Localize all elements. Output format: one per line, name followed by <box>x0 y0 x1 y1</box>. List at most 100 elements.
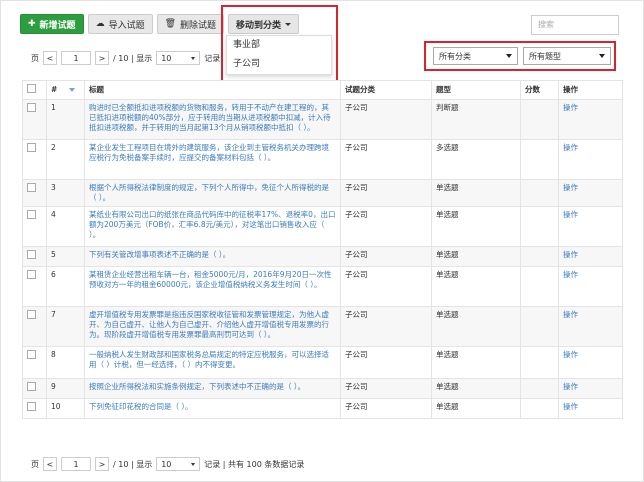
page-number-input[interactable]: 1 <box>61 51 91 65</box>
row-score <box>520 179 559 207</box>
row-operation-link[interactable]: 操作 <box>558 246 623 267</box>
import-question-button[interactable]: ☁ 导入试题 <box>87 14 153 34</box>
row-type: 单选题 <box>431 346 521 379</box>
row-checkbox-cell[interactable] <box>22 266 47 307</box>
page-size-value: 10 <box>161 53 172 63</box>
row-checkbox[interactable] <box>27 310 36 319</box>
import-question-label: 导入试题 <box>108 20 145 31</box>
row-checkbox[interactable] <box>27 183 36 192</box>
prev-page-button[interactable]: < <box>43 457 57 471</box>
row-checkbox-cell[interactable] <box>22 139 47 180</box>
row-operation-link[interactable]: 操作 <box>558 306 623 347</box>
type-filter-select[interactable]: 所有题型 <box>523 47 611 65</box>
page-size-select[interactable]: 10 <box>156 51 201 65</box>
row-number: 5 <box>46 246 85 267</box>
page-label: 页 <box>31 53 39 63</box>
chevron-down-icon <box>191 462 196 466</box>
table-row[interactable]: 10 下列免征印花税的合同是（ ）。 子公司 单选题 操作 <box>22 398 623 419</box>
row-score <box>520 139 559 180</box>
page-size-value: 10 <box>161 459 172 469</box>
row-title[interactable]: 虚开增值税专用发票罪是指违反国家税收征管和发票管理规定，为他人虚开、为自己虚开、… <box>84 306 341 347</box>
sort-down-icon[interactable] <box>69 88 76 92</box>
row-category: 子公司 <box>340 139 432 180</box>
table-row[interactable]: 3 根据个人所得税法律制度的规定，下列个人所得中，免征个人所得税的是（ ）。 子公司… <box>22 179 623 207</box>
row-operation-link[interactable]: 操作 <box>558 266 623 307</box>
page-number-input[interactable]: 1 <box>61 457 91 471</box>
row-operation-link[interactable]: 操作 <box>558 206 623 247</box>
row-title[interactable]: 一般纳税人发生财政部和国家税务总局规定的特定应税服务，可以选择适用（ ）计税，但… <box>84 346 341 379</box>
header-title[interactable]: 标题 <box>84 80 341 100</box>
row-type: 多选题 <box>431 139 521 180</box>
select-all-cell[interactable] <box>22 80 47 100</box>
table-row[interactable]: 2 某企业发生工程项目在境外的建筑服务，该企业到主管税务机关办理跨境应税行为免税备… <box>22 139 623 180</box>
row-title[interactable]: 某企业发生工程项目在境外的建筑服务，该企业到主管税务机关办理跨境应税行为免税备案… <box>84 139 341 180</box>
header-operation: 操作 <box>558 80 623 100</box>
search-input[interactable]: 搜索 <box>531 15 619 35</box>
row-title[interactable]: 根据个人所得税法律制度的规定，下列个人所得中，免征个人所得税的是（ ）。 <box>84 179 341 207</box>
category-filter-select[interactable]: 所有分类 <box>433 47 518 65</box>
row-checkbox[interactable] <box>27 382 36 391</box>
chevron-down-icon <box>191 56 196 60</box>
new-question-label: 新增试题 <box>39 20 76 31</box>
select-all-checkbox[interactable] <box>27 84 36 93</box>
row-title[interactable]: 下列有关管改增事项表述不正确的是（ ）。 <box>84 246 341 267</box>
table-row[interactable]: 8 一般纳税人发生财政部和国家税务总局规定的特定应税服务，可以选择适用（ ）计税，… <box>22 346 623 379</box>
next-page-button[interactable]: > <box>95 457 109 471</box>
row-checkbox-cell[interactable] <box>22 378 47 399</box>
row-checkbox[interactable] <box>27 350 36 359</box>
header-score[interactable]: 分数 <box>520 80 559 100</box>
row-checkbox-cell[interactable] <box>22 346 47 379</box>
row-title[interactable]: 购进时已全额抵扣进项税额的货物和服务，转用于不动产在建工程的，其已抵扣进项税额的… <box>84 99 341 140</box>
row-checkbox[interactable] <box>27 270 36 279</box>
header-num[interactable]: # <box>46 80 85 100</box>
row-operation-link[interactable]: 操作 <box>558 179 623 207</box>
row-checkbox-cell[interactable] <box>22 179 47 207</box>
menu-item-division[interactable]: 事业部 <box>227 36 331 55</box>
row-checkbox[interactable] <box>27 143 36 152</box>
menu-item-subsidiary[interactable]: 子公司 <box>227 55 331 74</box>
row-operation-link[interactable]: 操作 <box>558 378 623 399</box>
row-checkbox-cell[interactable] <box>22 246 47 267</box>
header-num-label: # <box>51 85 58 94</box>
row-checkbox[interactable] <box>27 250 36 259</box>
row-checkbox[interactable] <box>27 402 36 411</box>
header-type[interactable]: 题型 <box>431 80 521 100</box>
delete-question-button[interactable]: 🗑 删除试题 <box>156 14 225 34</box>
row-operation-link[interactable]: 操作 <box>558 99 623 140</box>
row-type: 单选题 <box>431 206 521 247</box>
row-checkbox[interactable] <box>27 103 36 112</box>
record-summary: 记录 | 共有 100 条数据记录 <box>204 459 305 469</box>
row-title[interactable]: 某租赁企业经营出租车辆一台，租金5000元/月，2016年9月20日一次性预收对… <box>84 266 341 307</box>
row-number: 9 <box>46 378 85 399</box>
row-checkbox-cell[interactable] <box>22 398 47 419</box>
row-title[interactable]: 某纸业有限公司出口的纸张在商品代码库中的征税率17%、退税率0，出口额为200万… <box>84 206 341 247</box>
table-row[interactable]: 5 下列有关管改增事项表述不正确的是（ ）。 子公司 单选题 操作 <box>22 246 623 267</box>
prev-page-button[interactable]: < <box>43 51 57 65</box>
header-category[interactable]: 试题分类 <box>340 80 432 100</box>
table-row[interactable]: 9 按照企业所得税法和实施条例规定，下列表述中不正确的是（ ）。 子公司 单选题 操作 <box>22 378 623 399</box>
next-page-button[interactable]: > <box>95 51 109 65</box>
row-checkbox-cell[interactable] <box>22 206 47 247</box>
row-category: 子公司 <box>340 378 432 399</box>
row-checkbox-cell[interactable] <box>22 306 47 347</box>
row-checkbox-cell[interactable] <box>22 99 47 140</box>
category-filter-value: 所有分类 <box>439 51 471 61</box>
row-number: 1 <box>46 99 85 140</box>
row-operation-link[interactable]: 操作 <box>558 398 623 419</box>
chevron-down-icon <box>599 54 605 58</box>
row-title[interactable]: 下列免征印花税的合同是（ ）。 <box>84 398 341 419</box>
table-row[interactable]: 1 购进时已全额抵扣进项税额的货物和服务，转用于不动产在建工程的，其已抵扣进项税额… <box>22 99 623 140</box>
row-title[interactable]: 按照企业所得税法和实施条例规定，下列表述中不正确的是（ ）。 <box>84 378 341 399</box>
move-category-menu: 事业部 子公司 <box>226 35 332 75</box>
row-operation-link[interactable]: 操作 <box>558 346 623 379</box>
new-question-button[interactable]: ✚ 新增试题 <box>20 14 84 34</box>
row-number: 7 <box>46 306 85 347</box>
page-size-select[interactable]: 10 <box>156 457 201 471</box>
table-row[interactable]: 7 虚开增值税专用发票罪是指违反国家税收征管和发票管理规定，为他人虚开、为自己虚开… <box>22 306 623 347</box>
table-row[interactable]: 4 某纸业有限公司出口的纸张在商品代码库中的征税率17%、退税率0，出口额为200… <box>22 206 623 247</box>
row-operation-link[interactable]: 操作 <box>558 139 623 180</box>
table-row[interactable]: 6 某租赁企业经营出租车辆一台，租金5000元/月，2016年9月20日一次性预收… <box>22 266 623 307</box>
row-number: 6 <box>46 266 85 307</box>
row-checkbox[interactable] <box>27 210 36 219</box>
row-type: 单选题 <box>431 378 521 399</box>
